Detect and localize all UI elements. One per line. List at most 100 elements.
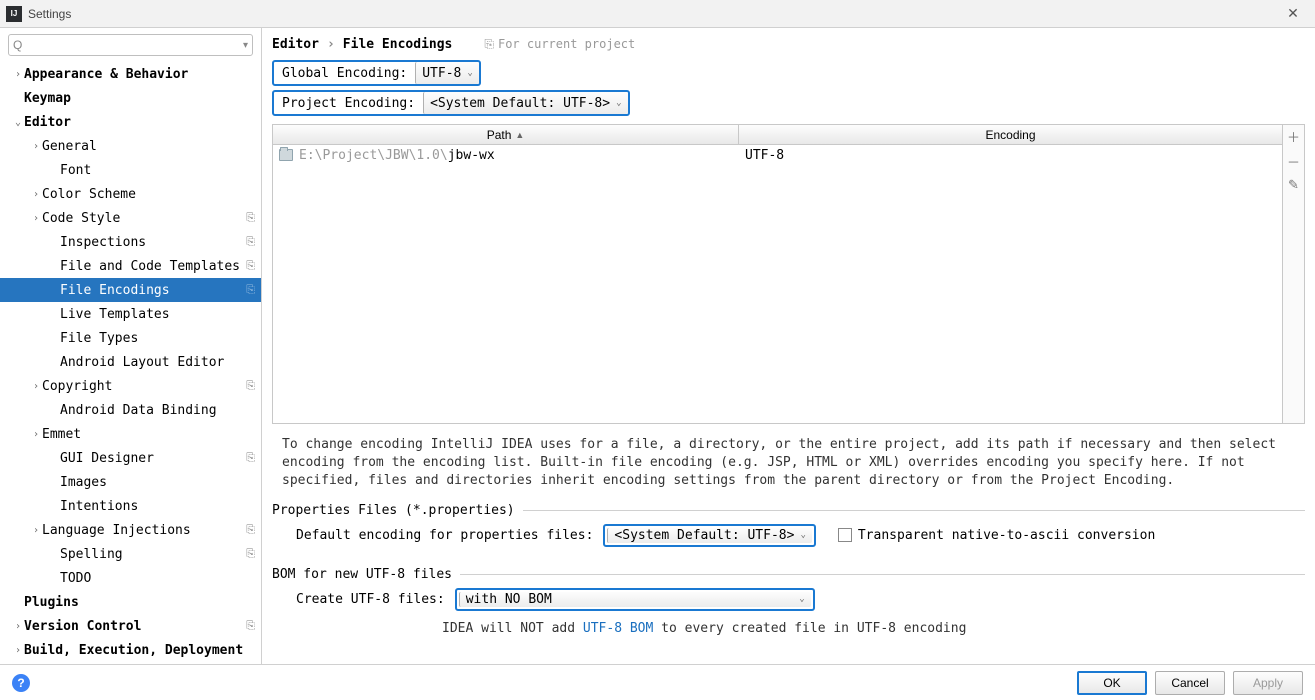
chevron-right-icon[interactable]: › — [30, 429, 42, 440]
sidebar-item-label: Images — [60, 475, 255, 490]
search-icon: Q — [13, 38, 22, 52]
sidebar-item-inspections[interactable]: Inspections ⎘ — [0, 230, 261, 254]
sidebar-item-code-style[interactable]: ›Code Style⎘ — [0, 206, 261, 230]
sidebar-item-copyright[interactable]: ›Copyright⎘ — [0, 374, 261, 398]
sidebar-item-label: File Encodings — [60, 283, 242, 298]
cancel-button[interactable]: Cancel — [1155, 671, 1225, 695]
sidebar-item-label: GUI Designer — [60, 451, 242, 466]
chevron-right-icon[interactable]: › — [30, 189, 42, 200]
properties-section-title: Properties Files (*.properties) — [272, 503, 515, 518]
sidebar-item-plugins[interactable]: Plugins — [0, 590, 261, 614]
sidebar-item-label: Color Scheme — [42, 187, 255, 202]
scope-badge: For current project — [484, 37, 635, 52]
breadcrumb-current: File Encodings — [343, 37, 453, 52]
utf8-bom-link[interactable]: UTF-8 BOM — [583, 621, 653, 636]
titlebar: IJ Settings ✕ — [0, 0, 1315, 28]
create-utf8-label: Create UTF-8 files: — [296, 592, 445, 607]
sidebar-item-general[interactable]: ›General — [0, 134, 261, 158]
chevron-down-icon: ⌄ — [616, 98, 621, 108]
sidebar-item-label: Keymap — [24, 91, 255, 106]
main-panel: Editor › File Encodings For current proj… — [262, 28, 1315, 664]
sidebar-item-android-layout-editor[interactable]: Android Layout Editor — [0, 350, 261, 374]
sidebar-item-emmet[interactable]: ›Emmet — [0, 422, 261, 446]
chevron-down-icon: ⌄ — [799, 594, 804, 604]
sidebar-item-label: Live Templates — [60, 307, 255, 322]
edit-icon[interactable]: ✎ — [1288, 177, 1299, 193]
sidebar-item-label: Font — [60, 163, 255, 178]
sidebar-item-label: Intentions — [60, 499, 255, 514]
sidebar-item-todo[interactable]: TODO — [0, 566, 261, 590]
sidebar-item-keymap[interactable]: Keymap — [0, 86, 261, 110]
chevron-right-icon[interactable]: › — [30, 381, 42, 392]
properties-encoding-combo[interactable]: <System Default: UTF-8> ⌄ — [607, 528, 811, 543]
sidebar-item-intentions[interactable]: Intentions — [0, 494, 261, 518]
add-icon[interactable]: ＋ — [1287, 127, 1300, 146]
search-input[interactable]: Q ▾ — [8, 34, 253, 56]
chevron-right-icon[interactable]: › — [30, 525, 42, 536]
sidebar-item-font[interactable]: Font — [0, 158, 261, 182]
project-encoding-combo[interactable]: <System Default: UTF-8> ⌄ — [423, 92, 627, 114]
close-icon[interactable]: ✕ — [1277, 5, 1309, 22]
sidebar-item-images[interactable]: Images — [0, 470, 261, 494]
footer: ? OK Cancel Apply — [0, 664, 1315, 700]
sidebar-item-label: Android Layout Editor — [60, 355, 255, 370]
project-scope-icon: ⎘ — [246, 523, 255, 537]
chevron-down-icon[interactable]: ⌄ — [12, 117, 24, 128]
table-tools: ＋ － ✎ — [1283, 124, 1305, 424]
row-encoding[interactable]: UTF-8 — [739, 148, 1282, 163]
help-icon[interactable]: ? — [12, 674, 30, 692]
chevron-right-icon[interactable]: › — [30, 213, 42, 224]
create-utf8-value: with NO BOM — [466, 592, 552, 607]
sidebar-item-label: File Types — [60, 331, 255, 346]
sidebar-item-gui-designer[interactable]: GUI Designer ⎘ — [0, 446, 261, 470]
global-encoding-label: Global Encoding: — [274, 62, 415, 84]
sidebar-item-file-types[interactable]: File Types — [0, 326, 261, 350]
project-scope-icon: ⎘ — [246, 283, 255, 297]
sidebar-item-live-templates[interactable]: Live Templates — [0, 302, 261, 326]
chevron-right-icon[interactable]: › — [30, 141, 42, 152]
chevron-right-icon[interactable]: › — [12, 69, 24, 80]
settings-tree: ›Appearance & BehaviorKeymap⌄Editor›Gene… — [0, 62, 261, 664]
global-encoding-group: Global Encoding: UTF-8 ⌄ — [272, 60, 481, 86]
project-scope-icon: ⎘ — [246, 547, 255, 561]
app-icon: IJ — [6, 6, 22, 22]
column-header-encoding[interactable]: Encoding — [739, 125, 1282, 144]
sidebar-item-spelling[interactable]: Spelling⎘ — [0, 542, 261, 566]
global-encoding-combo[interactable]: UTF-8 ⌄ — [415, 62, 479, 84]
project-scope-icon: ⎘ — [246, 379, 255, 393]
search-field[interactable] — [24, 37, 243, 53]
bom-section-title: BOM for new UTF-8 files — [272, 567, 452, 582]
column-header-path[interactable]: Path▲ — [273, 125, 739, 144]
sidebar-item-editor[interactable]: ⌄Editor — [0, 110, 261, 134]
sidebar-item-version-control[interactable]: ›Version Control⎘ — [0, 614, 261, 638]
divider — [523, 510, 1305, 511]
transparent-ascii-checkbox[interactable] — [838, 528, 852, 542]
sidebar-item-build-execution-deployment[interactable]: ›Build, Execution, Deployment — [0, 638, 261, 662]
sidebar-item-label: Android Data Binding — [60, 403, 255, 418]
breadcrumb-parent[interactable]: Editor — [272, 37, 319, 52]
sidebar-item-label: File and Code Templates — [60, 259, 242, 274]
table-row[interactable]: E:\Project\JBW\1.0\jbw-wx UTF-8 — [273, 145, 1282, 165]
project-scope-icon: ⎘ — [246, 235, 255, 249]
chevron-right-icon[interactable]: › — [12, 621, 24, 632]
create-utf8-combo[interactable]: with NO BOM ⌄ — [459, 592, 811, 607]
path-name: jbw-wx — [448, 148, 495, 163]
ok-button[interactable]: OK — [1077, 671, 1147, 695]
chevron-right-icon: › — [327, 37, 335, 52]
apply-button[interactable]: Apply — [1233, 671, 1303, 695]
chevron-down-icon[interactable]: ▾ — [243, 40, 248, 51]
chevron-down-icon: ⌄ — [467, 68, 472, 78]
sidebar-item-label: General — [42, 139, 255, 154]
description-text: To change encoding IntelliJ IDEA uses fo… — [262, 430, 1315, 501]
sidebar-item-android-data-binding[interactable]: Android Data Binding — [0, 398, 261, 422]
remove-icon[interactable]: － — [1287, 152, 1300, 171]
sidebar-item-language-injections[interactable]: ›Language Injections⎘ — [0, 518, 261, 542]
sidebar-item-color-scheme[interactable]: ›Color Scheme — [0, 182, 261, 206]
project-scope-icon: ⎘ — [246, 451, 255, 465]
sidebar-item-file-encodings[interactable]: File Encodings ⎘ — [0, 278, 261, 302]
project-scope-icon: ⎘ — [246, 619, 255, 633]
sidebar-item-file-and-code-templates[interactable]: File and Code Templates⎘ — [0, 254, 261, 278]
chevron-right-icon[interactable]: › — [12, 645, 24, 656]
sidebar-item-label: Inspections — [60, 235, 242, 250]
sidebar-item-appearance-behavior[interactable]: ›Appearance & Behavior — [0, 62, 261, 86]
